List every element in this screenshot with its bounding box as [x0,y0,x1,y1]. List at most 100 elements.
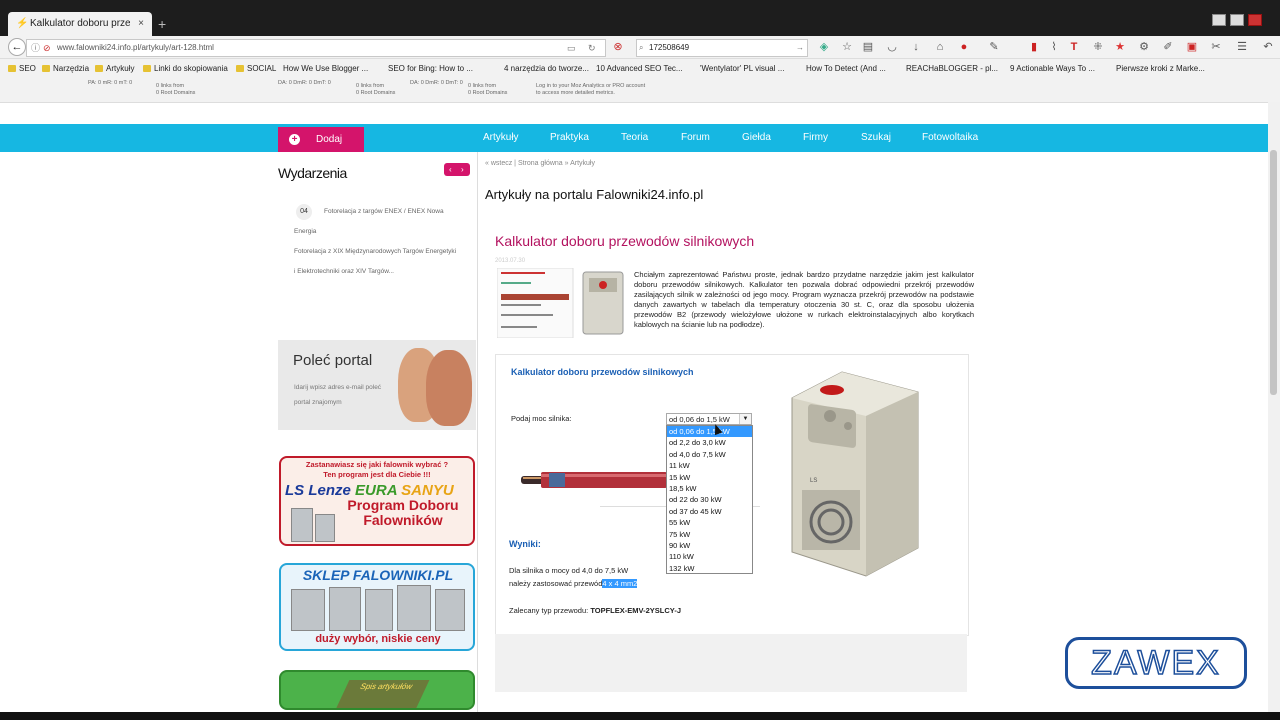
add-button[interactable]: + Dodaj [278,127,364,152]
search-go-icon[interactable]: → [796,40,804,56]
power-option[interactable]: 110 kW [667,551,752,562]
menu-icon[interactable]: ☰ [1236,40,1248,54]
articles-list-banner[interactable]: Spis artykułów [279,670,475,710]
events-pager[interactable]: ‹ › [444,163,470,176]
inverter-image [315,514,335,542]
power-option[interactable]: 15 kW [667,472,752,483]
bookmark-folder[interactable]: SOCIAL [236,59,276,79]
bookmark-folder[interactable]: Linki do skopiowania [143,59,228,79]
browser-tab[interactable]: ⚡ Kalkulator doboru przewod... × [8,12,152,36]
nav-item-fotowoltaika[interactable]: Fotowoltaika [922,124,978,152]
event-link[interactable]: Fotorelacja z targów ENEX / ENEX Nowa [324,202,444,222]
chevron-down-icon[interactable]: ▼ [739,414,751,424]
recommend-portal-box[interactable]: Poleć portal Idarij wpisz adres e-mail p… [278,340,476,430]
extension-icon[interactable]: ◈ [818,40,830,54]
moz-icon[interactable]: ● [958,40,970,54]
nav-item-szukaj[interactable]: Szukaj [861,124,891,152]
power-option[interactable]: od 22 do 30 kW [667,494,752,505]
pdf-icon[interactable]: ▣ [1186,40,1198,54]
home-icon[interactable]: ⌂ [934,40,946,54]
moz-domain-metrics: DA: 0 DmR: 0 DmT: 0 [410,80,463,86]
bookmark-link[interactable]: 10 Advanced SEO Tec... [596,59,683,79]
bookmark-folder[interactable]: SEO [8,59,36,79]
power-option[interactable]: 75 kW [667,529,752,540]
block-icon[interactable]: ⊗ [612,40,624,54]
grid-icon[interactable]: ⁜ [1092,40,1104,54]
undo-icon[interactable]: ↶ [1262,40,1274,54]
power-option[interactable]: od 0,06 do 1,5 kW [667,426,752,438]
event-link[interactable]: Energia [294,222,316,242]
bookmarks-list-icon[interactable]: ▤ [862,40,874,54]
breadcrumb[interactable]: « wstecz | Strona główna » Artykuły [485,160,595,167]
article-thumbnail[interactable] [497,268,627,338]
folder-icon [143,65,151,72]
info-icon[interactable]: ⓘ [31,40,40,56]
bookmark-link[interactable]: 4 narzędzia do tworze... [504,59,589,79]
plus-icon: + [289,134,300,145]
nav-item-firmy[interactable]: Firmy [803,124,828,152]
event-link[interactable]: i Elektrotechniki oraz XIV Targów... [294,262,394,282]
bookmark-link[interactable]: How To Detect (And ... [806,59,886,79]
power-options-list[interactable]: od 0,06 do 1,5 kW od 2,2 do 3,0 kW od 4,… [666,425,753,574]
cable-image [521,472,667,488]
power-option[interactable]: 55 kW [667,517,752,528]
power-option[interactable]: 18,5 kW [667,483,752,494]
dropper-icon[interactable]: ⌇ [1048,40,1060,54]
event-link[interactable]: Fotorelacja z XIX Międzynarodowych Targó… [294,242,456,262]
nav-item-praktyka[interactable]: Praktyka [550,124,589,152]
moz-login-sub: to access more detailed metrics. [536,90,615,96]
inverter-program-banner[interactable]: Zastanawiasz się jaki falownik wybrać ? T… [279,456,475,546]
reader-icon[interactable]: ▭ [567,40,576,56]
close-window-icon[interactable] [1248,14,1262,26]
extension-red-icon[interactable]: ▮ [1028,40,1040,54]
power-option[interactable]: od 37 do 45 kW [667,506,752,517]
minimize-icon[interactable] [1212,14,1226,26]
inverter-image [291,589,325,631]
power-option[interactable]: 132 kW [667,563,752,574]
bookmark-link[interactable]: REACHaBLOGGER - pl... [906,59,998,79]
bookmark-link[interactable]: How We Use Blogger ... [283,59,368,79]
nav-item-gielda[interactable]: Giełda [742,124,771,152]
power-option[interactable]: od 2,2 do 3,0 kW [667,437,752,448]
nav-item-teoria[interactable]: Teoria [621,124,648,152]
woman-photo [426,350,472,426]
reload-icon[interactable]: ↻ [588,40,596,56]
maximize-icon[interactable] [1230,14,1244,26]
pen-icon[interactable]: ✐ [1162,40,1174,54]
nav-item-artykuly[interactable]: Artykuły [483,124,519,152]
tools-icon[interactable]: ✎ [988,40,1000,54]
bookmark-link[interactable]: 'Wentylator' PL visual ... [700,59,784,79]
bookmark-link[interactable]: 9 Actionable Ways To ... [1010,59,1095,79]
back-arrow-icon[interactable]: ← [8,38,26,56]
scrollbar-thumb[interactable] [1270,150,1277,395]
star-red-icon[interactable]: ★ [1114,40,1126,54]
moz-root-domains: 0 Root Domains [468,90,508,96]
tab-close-icon[interactable]: × [138,12,144,36]
prev-arrow-icon[interactable]: ‹ [449,163,452,176]
article-title[interactable]: Kalkulator doboru przewodów silnikowych [495,233,754,249]
moz-links: 0 links from [468,83,497,89]
power-option[interactable]: 11 kW [667,460,752,471]
bookmark-star-icon[interactable]: ☆ [841,40,853,54]
moz-login-link[interactable]: Log in to your Moz Analytics or PRO acco… [536,83,645,90]
power-select[interactable]: od 0,06 do 1,5 kW ▼ [666,413,752,425]
url-bar[interactable]: ⓘ ⊘ www.falowniki24.info.pl/artykuly/art… [26,39,606,57]
pocket-icon[interactable]: ◡ [886,40,898,54]
shop-banner[interactable]: SKLEP FALOWNIKI.PL duży wybór, niskie ce… [279,563,475,651]
t-extension-icon[interactable]: T [1068,40,1080,54]
bookmark-folder[interactable]: Artykuły [95,59,134,79]
power-option[interactable]: 90 kW [667,540,752,551]
scissors-icon[interactable]: ✂ [1210,40,1222,54]
power-option[interactable]: od 4,0 do 7,5 kW [667,449,752,460]
nav-item-forum[interactable]: Forum [681,124,710,152]
article-intro: Chciałym zaprezentować Państwu proste, j… [634,270,974,329]
bookmark-link[interactable]: Pierwsze kroki z Marke... [1116,59,1205,79]
next-arrow-icon[interactable]: › [461,163,464,176]
download-icon[interactable]: ↓ [910,40,922,54]
bookmark-link[interactable]: SEO for Bing: How to ... [388,59,473,79]
bookmark-folder[interactable]: Narzędzia [42,59,89,79]
gear-icon[interactable]: ⚙ [1138,40,1150,54]
new-tab-button[interactable]: + [158,14,166,34]
folder-icon [42,65,50,72]
search-input[interactable]: ⌕ 172508649 → [636,39,808,57]
